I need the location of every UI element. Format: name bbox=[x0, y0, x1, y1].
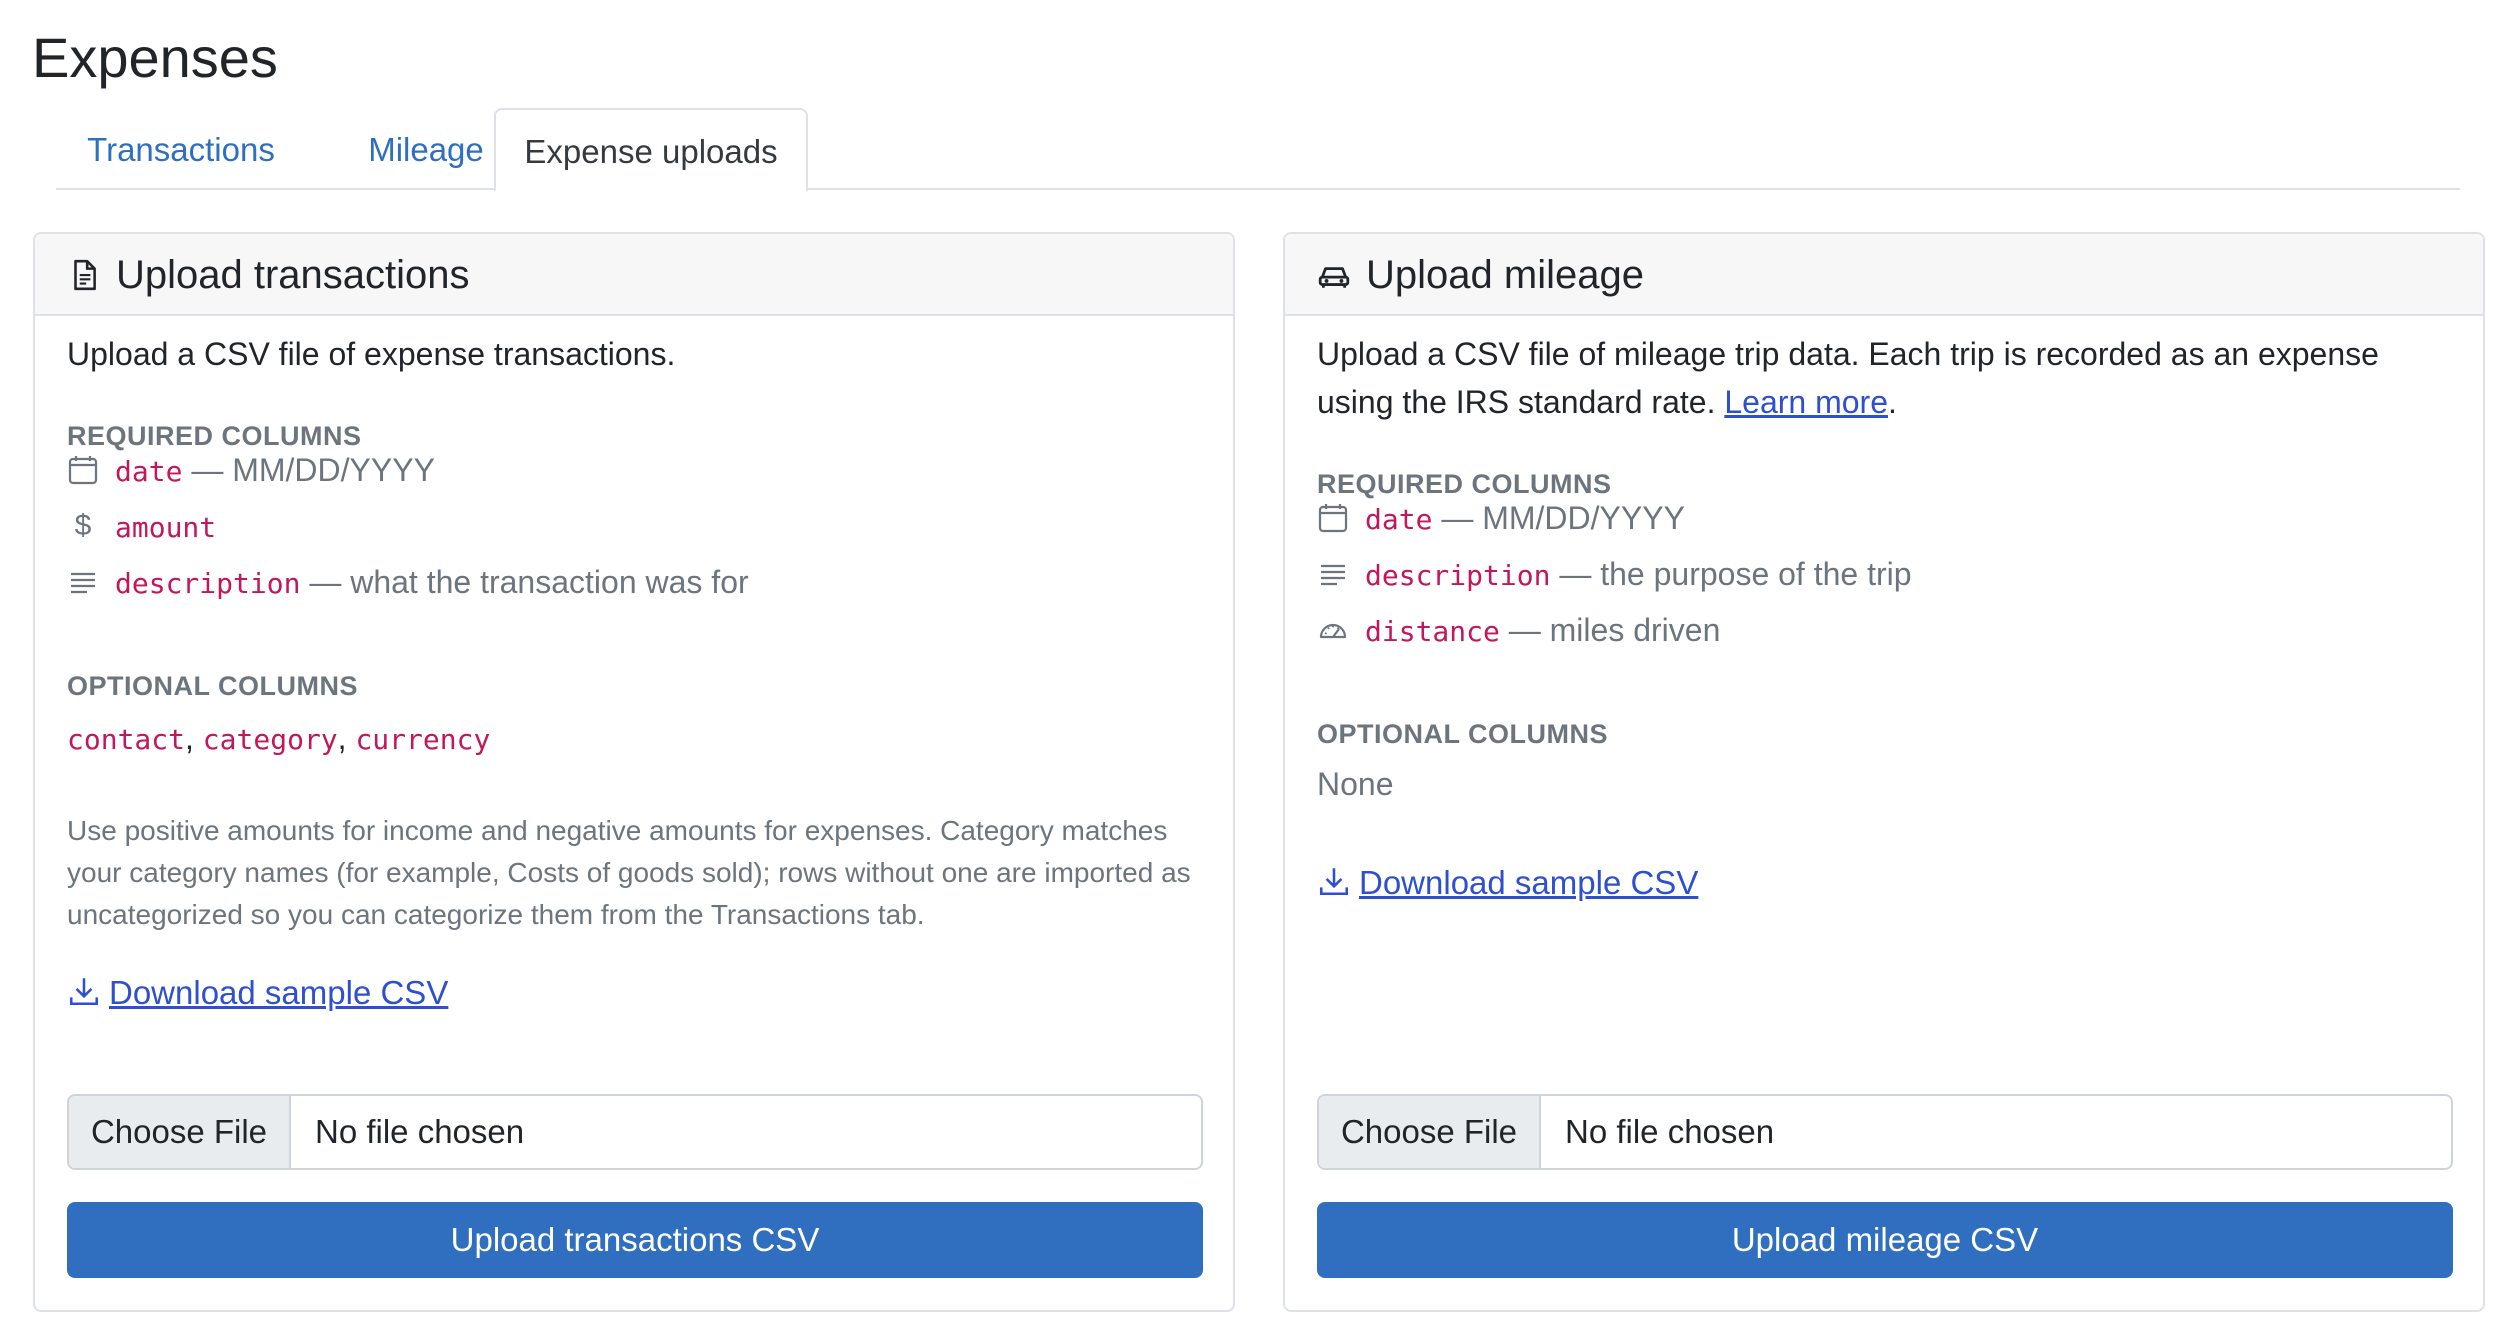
page-title: Expenses bbox=[32, 26, 278, 89]
column-name: distance bbox=[1365, 615, 1500, 648]
file-status: No file chosen bbox=[315, 1113, 525, 1150]
required-column-amount: $ amount bbox=[67, 504, 1167, 548]
column-name: description bbox=[1365, 559, 1551, 592]
download-label: Download sample CSV bbox=[109, 974, 449, 1011]
help-note: Use positive amounts for income and nega… bbox=[67, 815, 1191, 930]
card-intro: Upload a CSV file of expense transaction… bbox=[67, 336, 676, 372]
expenses-page: Expenses Transactions Mileage Expense up… bbox=[0, 0, 2504, 1326]
learn-more-link[interactable]: Learn more bbox=[1724, 384, 1888, 420]
choose-file-button[interactable]: Choose File bbox=[69, 1096, 291, 1168]
calendar-icon bbox=[1318, 504, 1348, 533]
upload-transactions-card: Upload transactions Upload a CSV file of… bbox=[33, 232, 1235, 1312]
optional-columns-label: OPTIONAL COLUMNS bbox=[67, 671, 358, 701]
upload-transactions-button[interactable]: Upload transactions CSV bbox=[67, 1202, 1203, 1278]
column-desc: — miles driven bbox=[1508, 612, 1721, 648]
card-title: Upload transactions bbox=[116, 253, 470, 297]
required-column-date: date — MM/DD/YYYY bbox=[1317, 496, 2417, 540]
upload-mileage-button[interactable]: Upload mileage CSV bbox=[1317, 1202, 2453, 1278]
tab-expense-uploads[interactable]: Expense uploads bbox=[494, 108, 808, 192]
upload-mileage-card: Upload mileage Upload a CSV file of mile… bbox=[1283, 232, 2485, 1312]
optional-columns-label: OPTIONAL COLUMNS bbox=[1317, 719, 1608, 749]
download-sample-link[interactable]: Download sample CSV bbox=[1317, 864, 1698, 902]
optional-column: contact bbox=[67, 723, 186, 756]
required-column-distance: distance — miles driven bbox=[1317, 608, 2417, 652]
optional-column: category bbox=[202, 723, 338, 756]
column-desc: — MM/DD/YYYY bbox=[191, 452, 435, 488]
download-icon bbox=[1319, 868, 1349, 896]
column-desc: — what the transaction was for bbox=[309, 564, 749, 600]
download-sample-link[interactable]: Download sample CSV bbox=[67, 974, 448, 1012]
required-column-date: date — MM/DD/YYYY bbox=[67, 448, 1167, 492]
choose-file-button[interactable]: Choose File bbox=[1319, 1096, 1541, 1168]
column-name: description bbox=[115, 567, 301, 600]
tab-transactions[interactable]: Transactions bbox=[56, 108, 306, 190]
download-icon bbox=[69, 978, 99, 1006]
column-name: date bbox=[1365, 503, 1433, 536]
file-status: No file chosen bbox=[1565, 1113, 1775, 1150]
optional-columns-list: contact, category, currency bbox=[67, 720, 491, 756]
optional-column: currency bbox=[355, 723, 491, 756]
tab-bar: Transactions Mileage Expense uploads bbox=[56, 108, 2460, 192]
card-title: Upload mileage bbox=[1366, 253, 1644, 297]
dollar-icon: $ bbox=[74, 509, 92, 542]
card-intro: Upload a CSV file of mileage trip data. … bbox=[1317, 336, 2379, 420]
card-header: Upload mileage bbox=[1285, 234, 2483, 316]
optional-columns-none: None bbox=[1317, 766, 1394, 802]
file-input[interactable]: Choose File No file chosen bbox=[1317, 1094, 2453, 1170]
column-name: amount bbox=[115, 511, 217, 544]
column-name: date bbox=[115, 455, 183, 488]
text-lines-icon bbox=[1321, 564, 1345, 586]
required-column-description: description — the purpose of the trip bbox=[1317, 552, 2417, 596]
car-icon bbox=[1318, 267, 1350, 288]
text-lines-icon bbox=[71, 572, 95, 594]
speedometer-icon bbox=[1319, 623, 1347, 639]
column-desc: — the purpose of the trip bbox=[1559, 556, 1912, 592]
file-input[interactable]: Choose File No file chosen bbox=[67, 1094, 1203, 1170]
required-column-description: description — what the transaction was f… bbox=[67, 560, 1167, 604]
card-header: Upload transactions bbox=[35, 234, 1233, 316]
calendar-icon bbox=[68, 456, 98, 485]
column-desc: — MM/DD/YYYY bbox=[1441, 500, 1685, 536]
document-icon bbox=[74, 259, 96, 291]
download-label: Download sample CSV bbox=[1359, 864, 1699, 901]
